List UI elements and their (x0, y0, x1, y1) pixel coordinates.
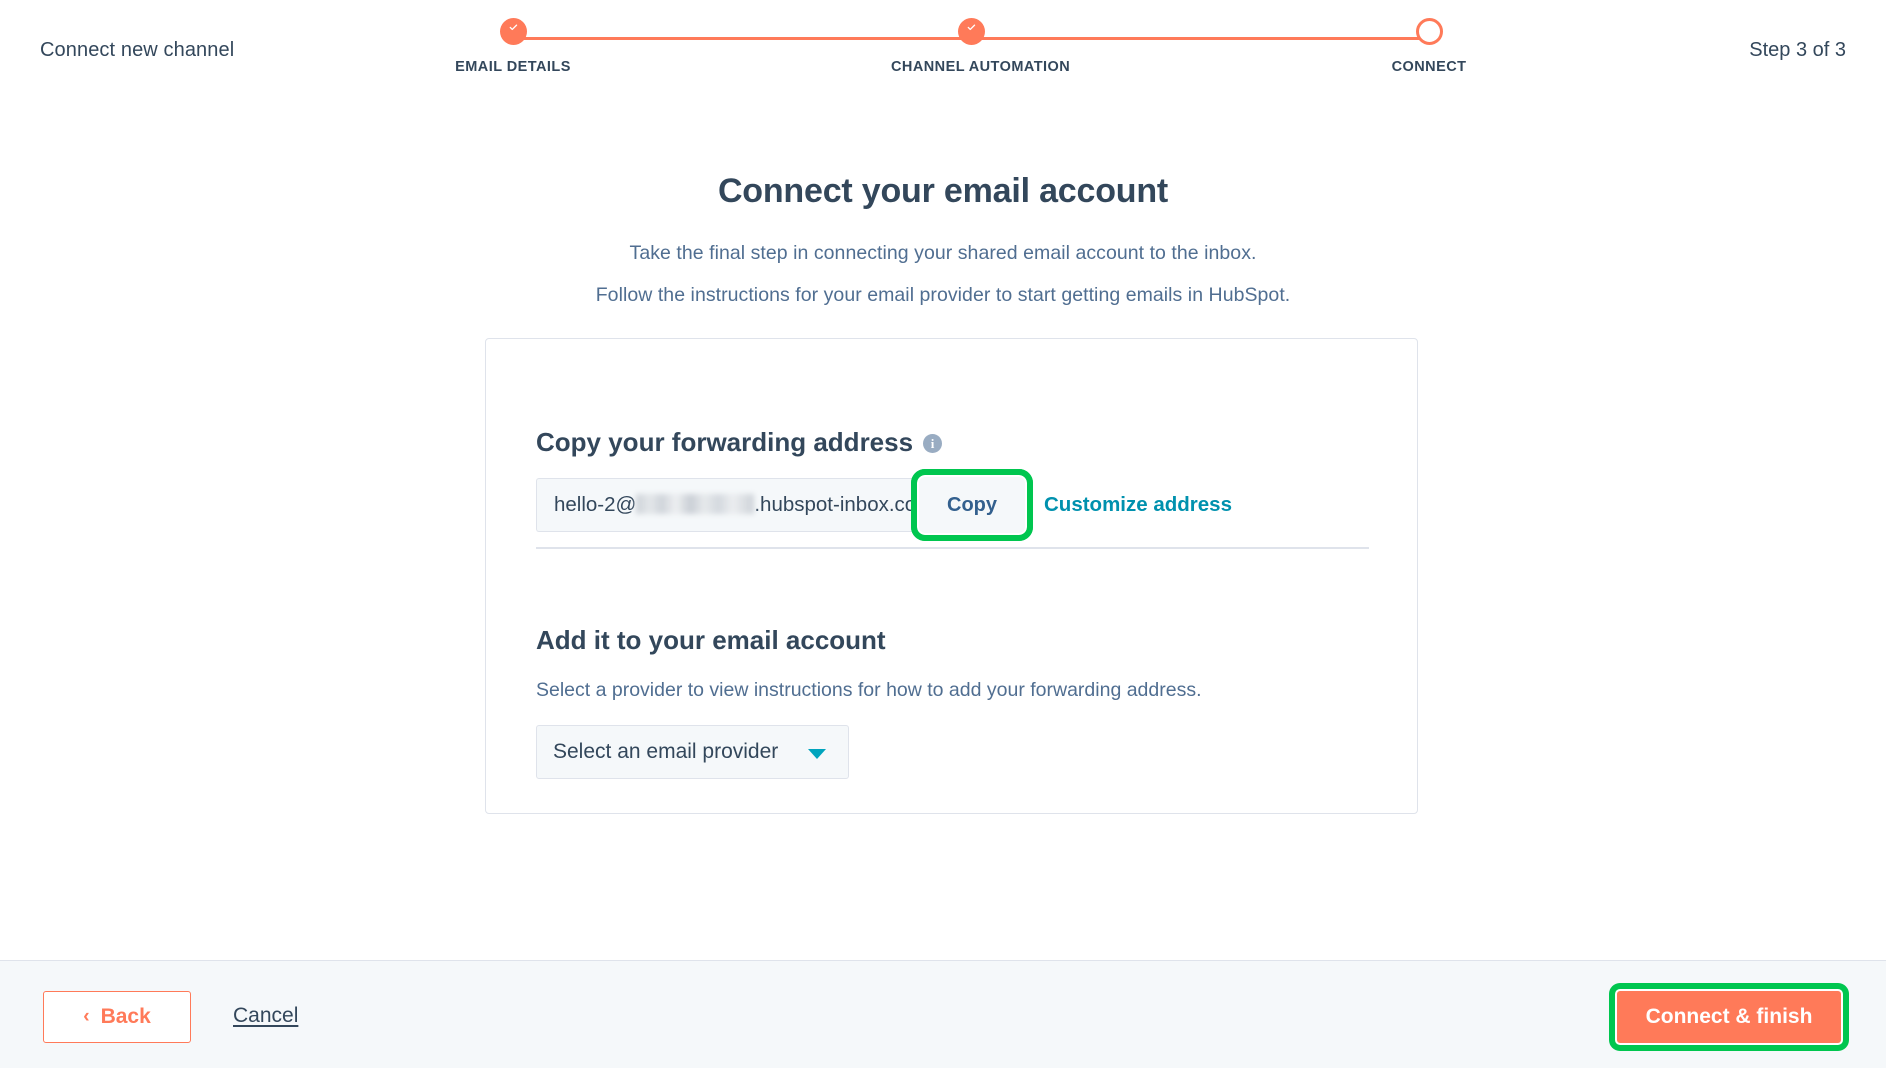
section-title-add-to-account: Add it to your email account (536, 625, 886, 655)
redacted-domain-blur (636, 494, 755, 514)
cancel-link[interactable]: Cancel (233, 1004, 298, 1028)
wizard-header: Connect new channel EMAIL DETAILS CHANNE… (0, 0, 1886, 102)
copy-button[interactable]: Copy (911, 469, 1033, 541)
step-email-details[interactable]: EMAIL DETAILS (433, 18, 593, 75)
section-title-copy-address: Copy your forwarding address i (536, 427, 943, 458)
wizard-body: Connect your email account Take the fina… (0, 102, 1886, 960)
info-icon[interactable]: i (923, 434, 943, 453)
connect-and-finish-button[interactable]: Connect & finish (1615, 989, 1843, 1045)
section-description: Select a provider to view instructions f… (536, 679, 1202, 701)
section-title-text: Copy your forwarding address (536, 427, 914, 457)
email-provider-select[interactable]: Select an email provider (536, 725, 849, 779)
forwarding-address-prefix: hello-2@ (554, 493, 637, 516)
customize-address-link[interactable]: Customize address (1044, 493, 1232, 517)
circle-outline-icon (1415, 18, 1443, 45)
check-icon (957, 18, 985, 45)
back-button-label: Back (100, 1005, 151, 1028)
step-channel-automation[interactable]: CHANNEL AUTOMATION (891, 18, 1071, 75)
check-icon (499, 18, 527, 45)
step-label: CHANNEL AUTOMATION (891, 59, 1071, 75)
email-provider-select-value: Select an email provider (553, 740, 779, 763)
chevron-down-icon (808, 749, 826, 759)
page-subtitle-line-1: Take the final step in connecting your s… (629, 242, 1257, 264)
wizard-title: Connect new channel (40, 39, 235, 61)
page-title: Connect your email account (717, 172, 1169, 210)
step-label: CONNECT (1391, 59, 1467, 75)
progress-stepper: EMAIL DETAILS CHANNEL AUTOMATION CONNECT (453, 18, 1477, 88)
step-label: EMAIL DETAILS (455, 59, 571, 75)
back-button[interactable]: ‹ Back (43, 991, 191, 1043)
step-connect[interactable]: CONNECT (1349, 18, 1509, 75)
connect-channel-wizard: Connect new channel EMAIL DETAILS CHANNE… (0, 0, 1886, 1068)
card-divider (536, 547, 1369, 549)
page-subtitle-line-2: Follow the instructions for your email p… (595, 284, 1291, 306)
step-counter: Step 3 of 3 (1749, 39, 1846, 61)
wizard-footer: ‹ Back Cancel Connect & finish (0, 960, 1886, 1068)
chevron-left-icon: ‹ (83, 1006, 90, 1027)
connect-card: Copy your forwarding address i hello-2@ .h… (485, 338, 1418, 814)
forwarding-address-suffix: .hubspot-inbox.com (754, 493, 934, 516)
